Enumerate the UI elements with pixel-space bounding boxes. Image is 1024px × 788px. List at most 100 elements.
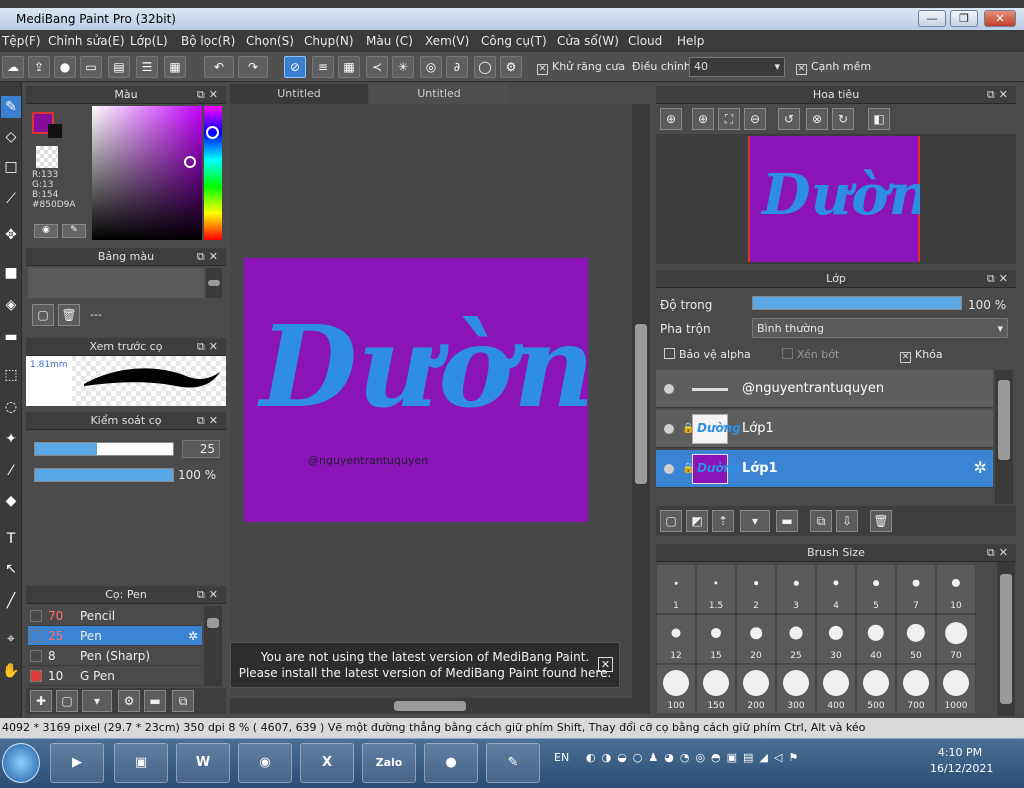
delete-layer-icon[interactable]: 🗑 [870,510,892,532]
reset-view-icon[interactable]: ⊗ [806,108,828,130]
navigator-view[interactable]: Dường [656,134,1016,264]
fit-screen-icon[interactable]: ⛶ [718,108,740,130]
import-layer-icon[interactable]: ⇡ [712,510,734,532]
menu-view[interactable]: Xem(V) [425,34,469,48]
hand-tool-icon[interactable]: ✋ [1,660,21,682]
panel-icon[interactable]: ☰ [136,56,158,78]
brush-item-pen-sharp[interactable]: 8 Pen (Sharp) [28,646,202,666]
panel-controls-icon[interactable]: ⧉✕ [987,544,1012,562]
clipping-checkbox[interactable] [782,348,793,359]
layer-row-selected[interactable]: 🔒 Dường Lớp1 ✲ [656,450,993,488]
protect-alpha-toggle[interactable]: Bảo vệ alpha [664,348,751,361]
comic-icon[interactable]: ▦ [164,56,186,78]
brush-item-pencil[interactable]: 70 Pencil [28,606,202,626]
protect-alpha-checkbox[interactable] [664,348,675,359]
brush-size-option[interactable]: 100 [656,664,696,714]
clipping-toggle[interactable]: Xén bớt [782,348,839,361]
new-brush-icon[interactable]: ▢ [56,690,78,712]
smooth-toggle[interactable]: ✕ Cạnh mềm [796,60,871,75]
antialias-checkbox[interactable]: ✕ [537,64,548,75]
canvas-vscroll[interactable] [632,104,650,698]
rect-tool-icon[interactable]: □ [1,156,21,178]
brush-size-option[interactable]: 400 [816,664,856,714]
minimize-button[interactable]: — [918,10,946,27]
update-notice[interactable]: You are not using the latest version of … [230,642,620,688]
menu-filter[interactable]: Bộ lọc(R) [181,34,235,48]
app-icon[interactable]: ▣ [114,743,168,783]
select-pen-icon[interactable]: ⁄ [1,460,21,482]
dot-tool-icon[interactable]: ⟋ [1,188,21,210]
snap-settings-icon[interactable]: ⚙ [500,56,522,78]
add-palette-icon[interactable]: ▢ [32,304,54,326]
parallel-snap-icon[interactable]: ≡ [312,56,334,78]
hue-slider[interactable] [204,106,222,240]
brush-settings-icon[interactable]: ⚙ [118,690,140,712]
hue-cursor[interactable] [206,126,219,139]
menu-tools[interactable]: Công cụ(T) [481,34,547,48]
close-button[interactable]: ✕ [984,10,1016,27]
lasso-tool-icon[interactable]: ◌ [1,396,21,418]
zoom-in-icon[interactable]: ⊕ [692,108,714,130]
antialias-toggle[interactable]: ✕ Khử răng cưa [537,60,625,75]
panel-controls-icon[interactable]: ⧉✕ [197,338,222,356]
panel-controls-icon[interactable]: ⧉✕ [987,270,1012,288]
brush-size-option[interactable]: 50 [896,614,936,664]
color-mode-button[interactable]: ◉ [34,224,58,238]
move-tool-icon[interactable]: ✥ [1,224,21,246]
burst-snap-icon[interactable]: ✳ [392,56,414,78]
canvas-hscroll-thumb[interactable] [394,701,466,711]
excel-icon[interactable]: X [300,743,354,783]
brush-size-scroll-thumb[interactable] [1000,574,1012,704]
palette-scrollbar[interactable] [206,268,222,298]
rotate-left-icon[interactable]: ↺ [778,108,800,130]
circle-snap-icon[interactable]: ◎ [420,56,442,78]
language-indicator[interactable]: EN [554,751,569,764]
tab-untitled-2[interactable]: Untitled [370,84,508,104]
layer-scrollbar[interactable] [995,370,1013,504]
radial-snap-icon[interactable]: ≺ [366,56,388,78]
panel-controls-icon[interactable]: ⧉✕ [987,86,1012,104]
brush-size-option[interactable]: 5 [856,564,896,614]
brush-size-option[interactable]: 25 [776,614,816,664]
eyedropper-button[interactable]: ✎ [62,224,86,238]
eraser-tool-icon[interactable]: ◇ [1,126,21,148]
fill-rect-tool-icon[interactable]: ■ [1,262,21,284]
palette-list[interactable] [28,268,204,298]
menu-layer[interactable]: Lớp(L) [130,34,168,48]
canvas-hscroll[interactable] [230,698,650,714]
eyedropper-icon[interactable]: ⌖ [1,628,21,650]
brush-size-option[interactable]: 20 [736,614,776,664]
brush-size-option[interactable]: 30 [816,614,856,664]
canvas-vscroll-thumb[interactable] [635,324,647,484]
select-tool-icon[interactable]: ⬚ [1,364,21,386]
zalo-icon[interactable]: Zalo [362,743,416,783]
menu-color[interactable]: Màu (C) [366,34,413,48]
ellipse-snap-icon[interactable]: ◯ [474,56,496,78]
clock[interactable]: 4:10 PM 16/12/2021 [930,745,993,777]
smooth-checkbox[interactable]: ✕ [796,64,807,75]
zoom-actual-icon[interactable]: ⊕ [660,108,682,130]
brush-size-option[interactable]: 1.5 [696,564,736,614]
panel-controls-icon[interactable]: ⧉✕ [197,586,222,604]
divide-tool-icon[interactable]: ╱ [1,590,21,612]
canvas-area[interactable]: Dường @nguyentrantuquyen [230,104,650,714]
chrome-icon[interactable]: ◉ [238,743,292,783]
menu-cloud[interactable]: Cloud [628,34,662,48]
layer-opacity-slider[interactable] [752,296,962,310]
panel-controls-icon[interactable]: ⧉✕ [197,86,222,104]
medibang-icon[interactable]: ● [424,743,478,783]
brush-size-option[interactable]: 700 [896,664,936,714]
brush-size-option[interactable]: 300 [776,664,816,714]
menu-select[interactable]: Chọn(S) [246,34,294,48]
delete-palette-icon[interactable]: 🗑 [58,304,80,326]
brush-size-option[interactable]: 200 [736,664,776,714]
brush-size-scrollbar[interactable] [997,562,1015,716]
brush-size-slider[interactable] [34,442,174,456]
grid-snap-icon[interactable]: ▦ [338,56,360,78]
gear-icon[interactable]: ✲ [188,626,198,646]
paint-icon[interactable]: ✎ [486,743,540,783]
message-icon[interactable]: ▭ [80,56,102,78]
select-eraser-icon[interactable]: ◆ [1,490,21,512]
text-tool-icon[interactable]: T [1,528,21,550]
close-icon[interactable]: ✕ [598,657,613,672]
